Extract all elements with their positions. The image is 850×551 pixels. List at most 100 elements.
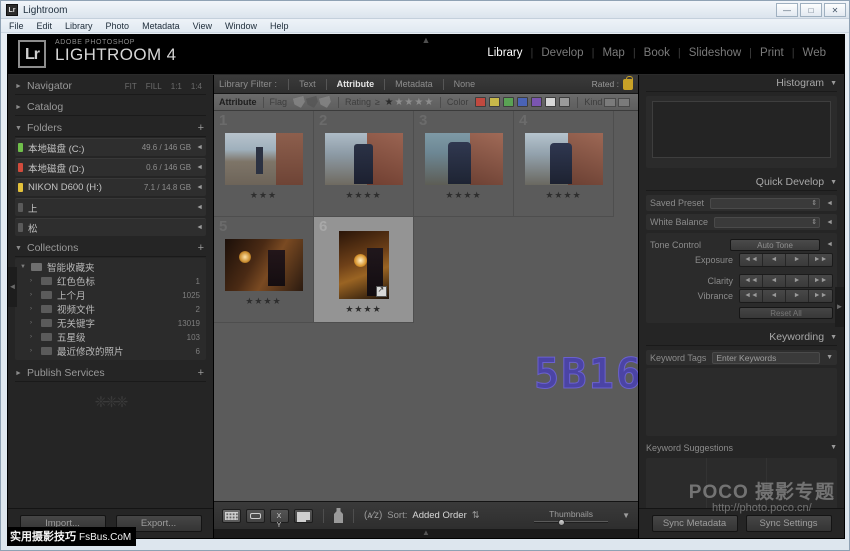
- panel-header-folders[interactable]: ▼ Folders +: [15, 120, 206, 137]
- clarity-dec[interactable]: ◄: [763, 275, 786, 287]
- clarity-inc-big[interactable]: ►►: [809, 275, 832, 287]
- grid-cell[interactable]: 2 ★★★★: [314, 111, 414, 217]
- folder-volume-row[interactable]: 本地磁盘 (D:) 0.6 / 146 GB ◄: [15, 158, 206, 176]
- collection-item[interactable]: › 最近修改的照片 6: [15, 344, 206, 358]
- vibrance-inc[interactable]: ►: [786, 290, 809, 302]
- add-collection-icon[interactable]: +: [198, 242, 204, 254]
- smart-collection-root[interactable]: ▼ 智能收藏夹: [15, 260, 206, 274]
- menu-item-metadata[interactable]: Metadata: [142, 21, 180, 31]
- chevron-left-icon[interactable]: ◄: [826, 241, 833, 248]
- spray-can-icon[interactable]: [334, 508, 343, 523]
- lock-icon[interactable]: [623, 79, 633, 90]
- vibrance-dec-big[interactable]: ◄◄: [740, 290, 763, 302]
- flag-unflagged-icon[interactable]: [306, 95, 319, 108]
- slider-track[interactable]: [534, 521, 608, 523]
- zoom-1-4[interactable]: 1:4: [191, 82, 202, 91]
- grid-view-icon[interactable]: [222, 509, 241, 523]
- slider-knob[interactable]: [558, 519, 565, 526]
- filter-tab-metadata[interactable]: Metadata: [390, 79, 438, 89]
- right-panel-collapse-arrow[interactable]: ►: [835, 287, 844, 327]
- clarity-dec-big[interactable]: ◄◄: [740, 275, 763, 287]
- menu-item-edit[interactable]: Edit: [37, 21, 53, 31]
- a-z-sort-icon[interactable]: (ᴀ⁄ᴢ): [364, 510, 382, 521]
- panel-header-catalog[interactable]: ► Catalog: [15, 99, 206, 116]
- module-map[interactable]: Map: [594, 47, 632, 59]
- menu-item-photo[interactable]: Photo: [106, 21, 130, 31]
- minimize-button[interactable]: —: [776, 3, 798, 17]
- keyword-tags-input[interactable]: Enter Keywords: [712, 352, 820, 364]
- chevron-left-icon[interactable]: ◄: [196, 204, 203, 211]
- grid-cell[interactable]: 1 ★★★: [214, 111, 314, 217]
- filter-tab-attribute[interactable]: Attribute: [332, 79, 380, 89]
- cell-rating[interactable]: ★★★★: [445, 190, 481, 201]
- flag-picked-icon[interactable]: [293, 95, 306, 108]
- module-develop[interactable]: Develop: [533, 47, 591, 59]
- saved-preset-select[interactable]: ⇕: [710, 198, 820, 209]
- folder-volume-row[interactable]: 松 ◄: [15, 218, 206, 236]
- menu-item-file[interactable]: File: [9, 21, 24, 31]
- kind-master-photo-icon[interactable]: [604, 98, 616, 107]
- grid-cell[interactable]: 3 ★★★★: [414, 111, 514, 217]
- folder-volume-row[interactable]: 上 ◄: [15, 198, 206, 216]
- rating-star-4[interactable]: ★: [414, 97, 423, 108]
- panel-header-histogram[interactable]: Histogram ▼: [646, 75, 837, 92]
- top-panel-collapse-arrow[interactable]: ▲: [422, 35, 431, 45]
- grid-cell[interactable]: 5 ★★★★: [214, 217, 314, 323]
- panel-header-publish-services[interactable]: ► Publish Services +: [15, 365, 206, 382]
- chevron-down-icon[interactable]: ▼: [826, 354, 833, 361]
- auto-tone-button[interactable]: Auto Tone: [730, 239, 820, 251]
- toolbar-options-caret[interactable]: ▼: [622, 511, 630, 520]
- add-publish-service-icon[interactable]: +: [198, 367, 204, 379]
- sync-metadata-button[interactable]: Sync Metadata: [652, 515, 738, 532]
- left-panel-collapse-arrow[interactable]: ◄: [8, 267, 17, 307]
- chevron-down-icon[interactable]: ▼: [830, 334, 837, 341]
- loupe-view-icon[interactable]: [246, 509, 265, 523]
- color-swatch-purple[interactable]: [531, 97, 542, 107]
- zoom-1-1[interactable]: 1:1: [171, 82, 182, 91]
- color-swatch-red[interactable]: [475, 97, 486, 107]
- exposure-inc[interactable]: ►: [786, 254, 809, 266]
- thumbnail-image[interactable]: [325, 133, 403, 185]
- color-swatch-yellow[interactable]: [489, 97, 500, 107]
- chevron-down-icon[interactable]: ▼: [830, 80, 837, 87]
- cell-rating[interactable]: ★★★★: [545, 190, 581, 201]
- rating-star-2[interactable]: ★: [394, 97, 403, 108]
- vibrance-stepper[interactable]: ◄◄ ◄ ► ►►: [739, 289, 833, 303]
- collection-item[interactable]: › 红色色标 1: [15, 274, 206, 288]
- maximize-button[interactable]: □: [800, 3, 822, 17]
- menu-item-help[interactable]: Help: [270, 21, 289, 31]
- close-button[interactable]: ✕: [824, 3, 846, 17]
- chevron-down-icon[interactable]: ▼: [830, 444, 837, 451]
- keyword-suggestions-area[interactable]: [646, 458, 837, 508]
- white-balance-select[interactable]: ⇕: [714, 217, 820, 228]
- filmstrip-collapse-arrow[interactable]: ▲: [214, 529, 638, 538]
- sort-value[interactable]: Added Order: [412, 510, 466, 521]
- menu-item-view[interactable]: View: [193, 21, 212, 31]
- module-library[interactable]: Library: [479, 47, 530, 59]
- color-swatch-custom[interactable]: [559, 97, 570, 107]
- add-folder-icon[interactable]: +: [198, 122, 204, 134]
- thumbnail-size-slider[interactable]: Thumbnails: [531, 509, 611, 523]
- color-swatch-blue[interactable]: [517, 97, 528, 107]
- collection-item[interactable]: › 五星级 103: [15, 330, 206, 344]
- folder-volume-row[interactable]: NIKON D600 (H:) 7.1 / 14.8 GB ◄: [15, 178, 206, 196]
- menu-item-window[interactable]: Window: [225, 21, 257, 31]
- folder-volume-row[interactable]: 本地磁盘 (C:) 49.6 / 146 GB ◄: [15, 138, 206, 156]
- sort-direction-icon[interactable]: ⇅: [472, 510, 480, 521]
- grid-cell[interactable]: 4 ★★★★: [514, 111, 614, 217]
- module-web[interactable]: Web: [795, 47, 834, 59]
- module-slideshow[interactable]: Slideshow: [681, 47, 749, 59]
- rating-star-3[interactable]: ★: [404, 97, 413, 108]
- chevron-left-icon[interactable]: ◄: [196, 144, 203, 151]
- sync-settings-button[interactable]: Sync Settings: [746, 515, 832, 532]
- compare-view-icon[interactable]: X Y: [270, 509, 289, 523]
- color-swatch-none[interactable]: [545, 97, 556, 107]
- reset-all-button[interactable]: Reset All: [739, 307, 833, 319]
- keyword-suggestions-header[interactable]: Keyword Suggestions ▼: [646, 440, 837, 455]
- cell-rating[interactable]: ★★★★: [245, 296, 281, 307]
- cell-rating[interactable]: ★★★★: [345, 304, 381, 315]
- collection-item[interactable]: › 上个月 1025: [15, 288, 206, 302]
- module-book[interactable]: Book: [636, 47, 678, 59]
- rating-star-5[interactable]: ★: [424, 97, 433, 108]
- rating-star-1[interactable]: ★: [384, 97, 393, 108]
